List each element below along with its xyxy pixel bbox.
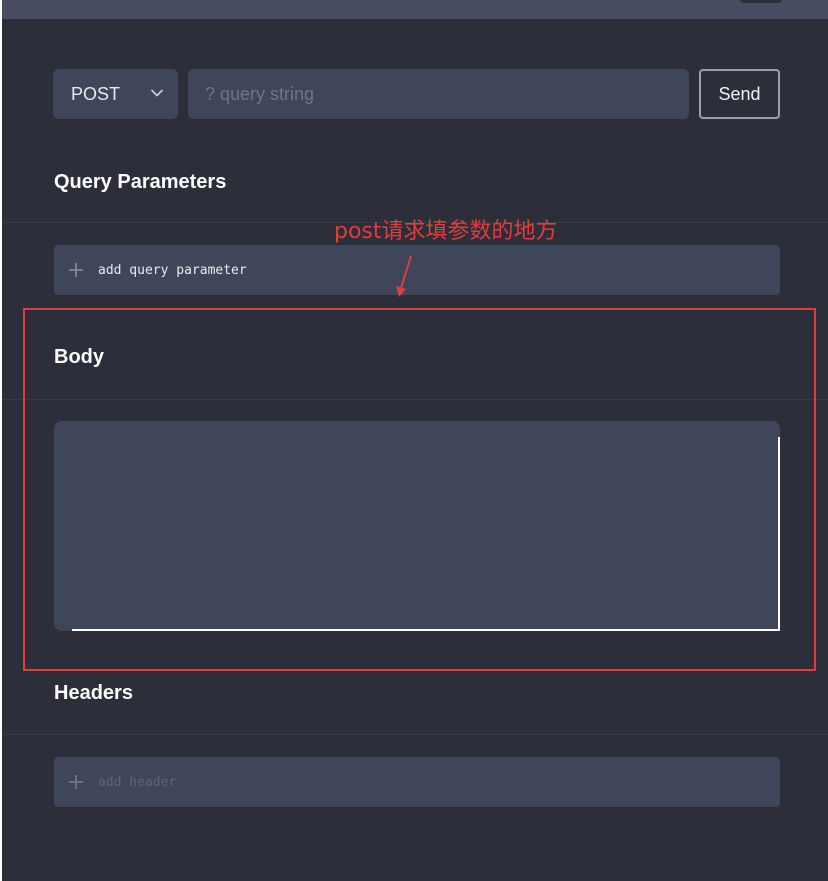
top-bar	[2, 0, 828, 19]
section-divider	[2, 399, 828, 400]
send-button[interactable]: Send	[699, 69, 780, 119]
annotation-arrow-icon	[396, 255, 412, 297]
method-select[interactable]: POST	[53, 69, 178, 119]
add-header-label: add header	[98, 774, 177, 790]
add-header-button[interactable]: add header	[54, 757, 780, 807]
body-title: Body	[54, 346, 104, 368]
app-page: POST Send Query Parameters add query par…	[0, 0, 828, 881]
method-value: POST	[71, 83, 121, 104]
plus-icon	[69, 775, 83, 789]
headers-title: Headers	[54, 682, 133, 704]
editor-scroll-edge	[778, 437, 780, 631]
query-parameters-title: Query Parameters	[54, 171, 227, 193]
editor-scroll-edge	[72, 629, 780, 631]
top-bar-handle[interactable]	[740, 0, 782, 3]
section-divider	[2, 734, 828, 735]
plus-icon	[69, 263, 83, 277]
annotation-label: post请求填参数的地方	[334, 219, 558, 244]
chevron-down-icon	[151, 89, 163, 97]
add-query-parameter-label: add query parameter	[98, 262, 247, 278]
body-editor[interactable]	[54, 421, 780, 631]
query-string-input[interactable]	[188, 69, 689, 119]
